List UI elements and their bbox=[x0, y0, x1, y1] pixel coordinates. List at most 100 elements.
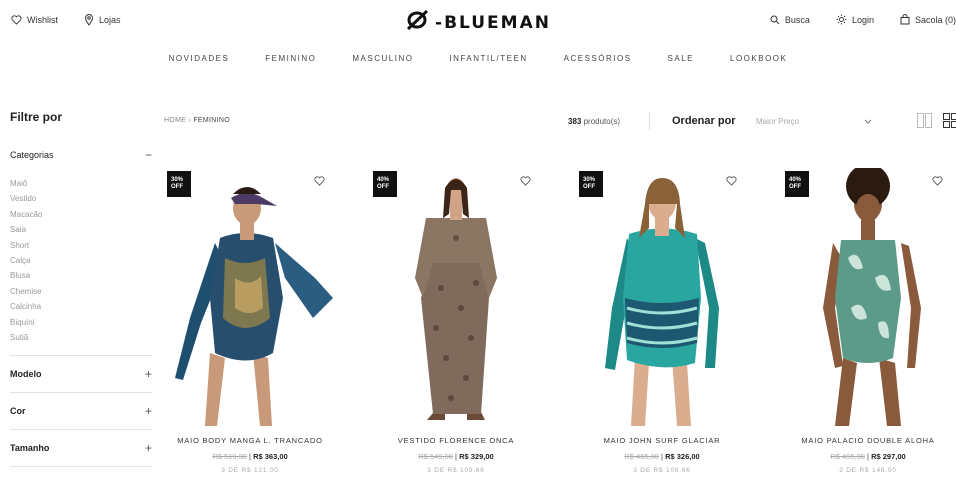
discount-badge: 40% OFF bbox=[373, 171, 397, 197]
filter-tamanho-label: Tamanho bbox=[10, 443, 50, 454]
brand-logo[interactable]: -BLUEMAN bbox=[405, 9, 551, 35]
product-image[interactable]: 40% OFF bbox=[783, 168, 953, 430]
category-item[interactable]: Sutiã bbox=[10, 330, 152, 345]
installments: 3 DE R$ 108,66 bbox=[633, 467, 691, 474]
product-count-label: produto(s) bbox=[583, 117, 621, 126]
new-price: R$ 329,00 bbox=[459, 452, 494, 461]
search-icon bbox=[770, 15, 780, 25]
divider bbox=[10, 466, 152, 468]
nav-novidades[interactable]: NOVIDADES bbox=[151, 54, 248, 63]
product-card[interactable]: 40% OFF VESTIDO FLORENCE ONCA R$ 549,00 |… bbox=[371, 168, 541, 474]
categories-toggle[interactable]: Categorias − bbox=[10, 148, 152, 162]
category-list: Maiô Vestido Macacão Saia Short Calça Bl… bbox=[10, 176, 152, 345]
product-card[interactable]: 30% OFF MAIO JOHN SURF GLACIAR R$ 465,00 … bbox=[577, 168, 747, 474]
product-count-number: 383 bbox=[568, 117, 582, 126]
category-item[interactable]: Short bbox=[10, 238, 152, 253]
plus-icon: + bbox=[144, 441, 152, 456]
product-prices: R$ 465,00 | R$ 326,00 bbox=[624, 452, 700, 461]
product-card[interactable]: 40% OFF MAIO PALACIO DOUBLE ALOHA R$ 495,… bbox=[783, 168, 953, 474]
grid-4-icon[interactable] bbox=[943, 113, 956, 133]
breadcrumb: HOME › FEMININO bbox=[164, 117, 230, 124]
discount-badge: 30% OFF bbox=[579, 171, 603, 197]
category-item[interactable]: Chemise bbox=[10, 284, 152, 299]
old-price: R$ 465,00 bbox=[624, 452, 659, 461]
filter-sidebar: Filtre por Categorias − Maiô Vestido Mac… bbox=[10, 110, 152, 468]
search-button[interactable]: Busca bbox=[770, 14, 810, 25]
nav-infantil-teen[interactable]: INFANTIL/TEEN bbox=[431, 54, 545, 63]
product-name[interactable]: VESTIDO FLORENCE ONCA bbox=[371, 436, 541, 445]
category-item[interactable]: Macacão bbox=[10, 207, 152, 222]
new-price: R$ 297,00 bbox=[871, 452, 906, 461]
nav-sale[interactable]: SALE bbox=[650, 54, 712, 63]
product-prices: R$ 519,00 | R$ 363,00 bbox=[212, 452, 288, 461]
breadcrumb-current: FEMININO bbox=[193, 117, 230, 124]
old-price: R$ 519,00 bbox=[212, 452, 247, 461]
sort-select[interactable]: Maior Preço bbox=[756, 111, 876, 131]
product-grid: 30% OFF MAIO BODY MANGA L. TRANCADO R$ 51… bbox=[165, 168, 953, 474]
login-button[interactable]: Login bbox=[836, 14, 874, 25]
category-item[interactable]: Calça bbox=[10, 253, 152, 268]
pin-icon bbox=[84, 14, 94, 26]
search-label: Busca bbox=[784, 14, 810, 25]
cart-label: Sacola (0) bbox=[914, 14, 956, 25]
category-item[interactable]: Maiô bbox=[10, 176, 152, 191]
nav-masculino[interactable]: MASCULINO bbox=[334, 54, 431, 63]
new-price: R$ 363,00 bbox=[253, 452, 288, 461]
heart-icon[interactable] bbox=[314, 176, 325, 186]
filter-title: Filtre por bbox=[10, 110, 63, 124]
filter-modelo-toggle[interactable]: Modelo + bbox=[10, 356, 152, 392]
sort-label: Ordenar por bbox=[672, 115, 736, 127]
old-price: R$ 495,00 bbox=[830, 452, 865, 461]
product-name[interactable]: MAIO BODY MANGA L. TRANCADO bbox=[165, 436, 335, 445]
sun-icon bbox=[836, 14, 847, 25]
product-count: 383 produto(s) bbox=[568, 117, 620, 126]
stores-label: Lojas bbox=[99, 15, 121, 25]
site-header: Wishlist Lojas -BLUEMAN Busca Login Saco… bbox=[0, 0, 956, 44]
heart-icon bbox=[11, 15, 22, 25]
category-item[interactable]: Biquíni bbox=[10, 315, 152, 330]
product-name[interactable]: MAIO PALACIO DOUBLE ALOHA bbox=[783, 436, 953, 445]
brand-name: -BLUEMAN bbox=[435, 12, 551, 33]
product-prices: R$ 495,00 | R$ 297,00 bbox=[830, 452, 906, 461]
breadcrumb-separator: › bbox=[188, 117, 192, 124]
heart-icon[interactable] bbox=[726, 176, 737, 186]
plus-icon: + bbox=[144, 404, 152, 419]
stores-link[interactable]: Lojas bbox=[84, 14, 121, 26]
installments: 3 DE R$ 109,66 bbox=[427, 467, 485, 474]
grid-2-icon[interactable] bbox=[917, 113, 932, 133]
discount-badge: 30% OFF bbox=[167, 171, 191, 197]
nav-acessorios[interactable]: ACESSÓRIOS bbox=[546, 54, 650, 63]
discount-badge: 40% OFF bbox=[785, 171, 809, 197]
old-price: R$ 549,00 bbox=[418, 452, 453, 461]
product-card[interactable]: 30% OFF MAIO BODY MANGA L. TRANCADO R$ 51… bbox=[165, 168, 335, 474]
category-item[interactable]: Calcinha bbox=[10, 299, 152, 314]
installments: 3 DE R$ 121,00 bbox=[221, 467, 279, 474]
wishlist-link[interactable]: Wishlist bbox=[11, 14, 58, 26]
logo-mark-icon bbox=[405, 9, 431, 35]
product-image[interactable]: 40% OFF bbox=[371, 168, 541, 430]
product-image[interactable]: 30% OFF bbox=[577, 168, 747, 430]
product-name[interactable]: MAIO JOHN SURF GLACIAR bbox=[577, 436, 747, 445]
product-image[interactable]: 30% OFF bbox=[165, 168, 335, 430]
categories-label: Categorias bbox=[10, 150, 54, 160]
cart-button[interactable]: Sacola (0) bbox=[900, 14, 956, 25]
sort-value: Maior Preço bbox=[756, 116, 800, 126]
divider bbox=[649, 112, 650, 130]
filter-tamanho-toggle[interactable]: Tamanho + bbox=[10, 430, 152, 466]
breadcrumb-home[interactable]: HOME bbox=[164, 117, 186, 124]
filter-modelo-label: Modelo bbox=[10, 369, 42, 380]
new-price: R$ 326,00 bbox=[665, 452, 700, 461]
category-item[interactable]: Vestido bbox=[10, 191, 152, 206]
category-item[interactable]: Blusa bbox=[10, 268, 152, 283]
chevron-down-icon bbox=[864, 117, 872, 126]
heart-icon[interactable] bbox=[932, 176, 943, 186]
nav-lookbook[interactable]: LOOKBOOK bbox=[712, 54, 805, 63]
filter-cor-label: Cor bbox=[10, 406, 26, 417]
login-label: Login bbox=[851, 14, 874, 25]
bag-icon bbox=[900, 14, 910, 25]
heart-icon[interactable] bbox=[520, 176, 531, 186]
category-item[interactable]: Saia bbox=[10, 222, 152, 237]
nav-feminino[interactable]: FEMININO bbox=[247, 54, 334, 63]
main-nav: NOVIDADES FEMININO MASCULINO INFANTIL/TE… bbox=[0, 54, 956, 63]
filter-cor-toggle[interactable]: Cor + bbox=[10, 393, 152, 429]
